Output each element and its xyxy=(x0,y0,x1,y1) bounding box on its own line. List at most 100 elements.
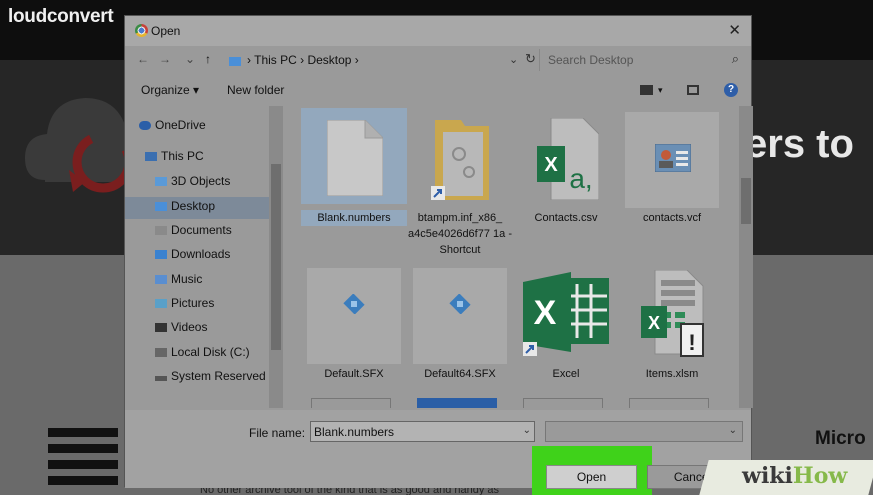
file-name: contacts.vcf xyxy=(642,212,702,224)
file-name: Excel xyxy=(552,368,580,380)
desktop-icon xyxy=(155,202,167,211)
site-logo: loudconvert xyxy=(8,6,114,27)
nav-scrollbar[interactable] xyxy=(269,106,283,408)
new-folder-button[interactable]: New folder xyxy=(227,83,284,97)
watermark: wikiHow xyxy=(742,463,848,489)
file-item-excel[interactable]: X Excel xyxy=(513,264,619,382)
svg-text:X: X xyxy=(648,313,660,333)
document-icon xyxy=(155,226,167,235)
search-input[interactable]: Search Desktop ⌕ xyxy=(539,49,745,71)
file-item-partial[interactable] xyxy=(311,398,391,408)
screen: loudconvert ers to Micro No other archiv… xyxy=(0,0,873,495)
file-item-btampm-shortcut[interactable]: btampm.inf_x86_ a4c5e4026d6f77 1a - Shor… xyxy=(407,108,513,258)
nav-item-pictures[interactable]: Pictures xyxy=(155,296,214,318)
file-thumbnail xyxy=(413,268,507,364)
hero-heading: ers to xyxy=(745,122,854,166)
file-scrollbar[interactable] xyxy=(739,106,753,408)
address-dropdown-icon[interactable]: ⌄ xyxy=(509,53,518,66)
close-icon[interactable]: ✕ xyxy=(728,21,741,39)
preview-pane-icon[interactable] xyxy=(687,85,699,95)
file-scroll-thumb[interactable] xyxy=(741,178,751,224)
search-icon[interactable]: ⌕ xyxy=(732,51,739,67)
chevron-down-icon[interactable]: ⌄ xyxy=(523,425,531,436)
folder-shortcut-icon xyxy=(431,120,489,200)
nav-item-system-reserved[interactable]: System Reserved xyxy=(155,369,266,391)
nav-item-local-disk[interactable]: Local Disk (C:) xyxy=(155,345,250,367)
refresh-icon[interactable]: ↻ xyxy=(525,51,536,67)
computer-icon xyxy=(145,152,157,161)
dialog-titlebar: Open ✕ xyxy=(125,16,751,46)
file-item-default-sfx[interactable]: Default.SFX xyxy=(301,264,407,382)
download-icon xyxy=(155,250,167,259)
help-icon[interactable]: ? xyxy=(724,83,738,97)
dialog-title: Open xyxy=(151,24,181,38)
file-thumbnail xyxy=(307,268,401,364)
svg-text:X: X xyxy=(534,294,557,332)
nav-item-downloads[interactable]: Downloads xyxy=(155,247,230,269)
folder-icon xyxy=(229,57,241,66)
nav-item-desktop[interactable]: Desktop xyxy=(125,197,269,219)
excel-csv-icon: X a, xyxy=(537,118,599,200)
dialog-toolbar: Organize ▾ New folder ▾ ? xyxy=(125,76,751,104)
recent-locations-icon[interactable]: ⌄ xyxy=(185,52,195,66)
nav-item-this-pc[interactable]: This PC xyxy=(145,149,204,171)
view-dropdown-icon[interactable]: ▾ xyxy=(658,85,663,96)
nav-item-documents[interactable]: Documents xyxy=(155,223,232,245)
file-name: Default64.SFX xyxy=(424,368,496,380)
contact-card-icon xyxy=(655,144,691,172)
address-bar: ← → ⌄ ↑ › This PC › Desktop › ⌄ ↻ Search… xyxy=(125,46,751,74)
cloud-icon xyxy=(139,121,151,130)
file-name: Default.SFX xyxy=(324,368,384,380)
excel-shortcut-icon: X xyxy=(523,272,609,356)
video-icon xyxy=(155,323,167,332)
dialog-footer: File name: Blank.numbers ⌄ ⌄ Open Cancel xyxy=(125,410,751,495)
svg-text:X: X xyxy=(544,154,558,176)
forward-arrow-icon[interactable]: → xyxy=(159,52,171,66)
file-name-value: Blank.numbers xyxy=(314,425,395,439)
file-item-contacts-csv[interactable]: X a, Contacts.csv xyxy=(513,108,619,226)
file-grid: Blank.numbers btampm.inf_x86_ a4c5e4026d… xyxy=(291,106,739,408)
pictures-icon xyxy=(155,299,167,308)
up-arrow-icon[interactable]: ↑ xyxy=(205,52,211,66)
open-dialog: Open ✕ ← → ⌄ ↑ › This PC › Desktop › ⌄ ↻… xyxy=(124,15,753,495)
file-item-default64-sfx[interactable]: Default64.SFX xyxy=(407,264,513,382)
section-heading: Micro xyxy=(815,428,866,449)
file-item-contacts-vcf[interactable]: contacts.vcf xyxy=(619,108,725,226)
nav-item-videos[interactable]: Videos xyxy=(155,320,207,342)
back-arrow-icon[interactable]: ← xyxy=(137,52,149,66)
chrome-icon xyxy=(135,24,148,37)
file-name: Blank.numbers xyxy=(301,210,407,226)
sfx-file-icon xyxy=(449,294,471,314)
file-item-partial[interactable] xyxy=(417,398,497,408)
file-name-label: File name: xyxy=(249,426,306,440)
cloud-logo-icon xyxy=(25,98,140,193)
svg-text:a,: a, xyxy=(569,163,592,194)
nav-item-onedrive[interactable]: OneDrive xyxy=(139,118,206,140)
navigation-pane: OneDrive This PC 3D Objects Desktop Docu… xyxy=(125,106,283,408)
nav-item-music[interactable]: Music xyxy=(155,272,202,294)
nav-scroll-thumb[interactable] xyxy=(271,164,281,350)
chevron-down-icon[interactable]: ⌄ xyxy=(729,425,737,436)
sfx-file-icon xyxy=(343,294,365,314)
file-name: Items.xlsm xyxy=(645,368,699,380)
list-icon xyxy=(48,428,118,495)
open-button[interactable]: Open xyxy=(546,465,637,489)
music-icon xyxy=(155,275,167,284)
file-item-items-xlsm[interactable]: X ! Items.xlsm xyxy=(619,264,725,382)
excel-macro-icon: X ! xyxy=(641,270,704,357)
file-item-blank-numbers[interactable]: Blank.numbers xyxy=(301,108,407,226)
file-type-select[interactable]: ⌄ xyxy=(545,421,743,442)
blank-file-icon xyxy=(327,120,383,196)
file-name: btampm.inf_x86_ a4c5e4026d6f77 1a - Shor… xyxy=(408,212,512,256)
file-item-partial[interactable] xyxy=(629,398,709,408)
file-name-field[interactable]: Blank.numbers ⌄ xyxy=(310,421,535,442)
view-options-icon[interactable] xyxy=(640,85,653,95)
svg-text:!: ! xyxy=(688,330,695,355)
cube-icon xyxy=(155,177,167,186)
breadcrumb[interactable]: › This PC › Desktop › xyxy=(247,53,359,67)
file-item-partial[interactable] xyxy=(523,398,603,408)
disk-icon xyxy=(155,348,167,357)
nav-item-3d-objects[interactable]: 3D Objects xyxy=(155,174,230,196)
search-placeholder: Search Desktop xyxy=(548,53,634,67)
organize-button[interactable]: Organize ▾ xyxy=(141,83,199,97)
